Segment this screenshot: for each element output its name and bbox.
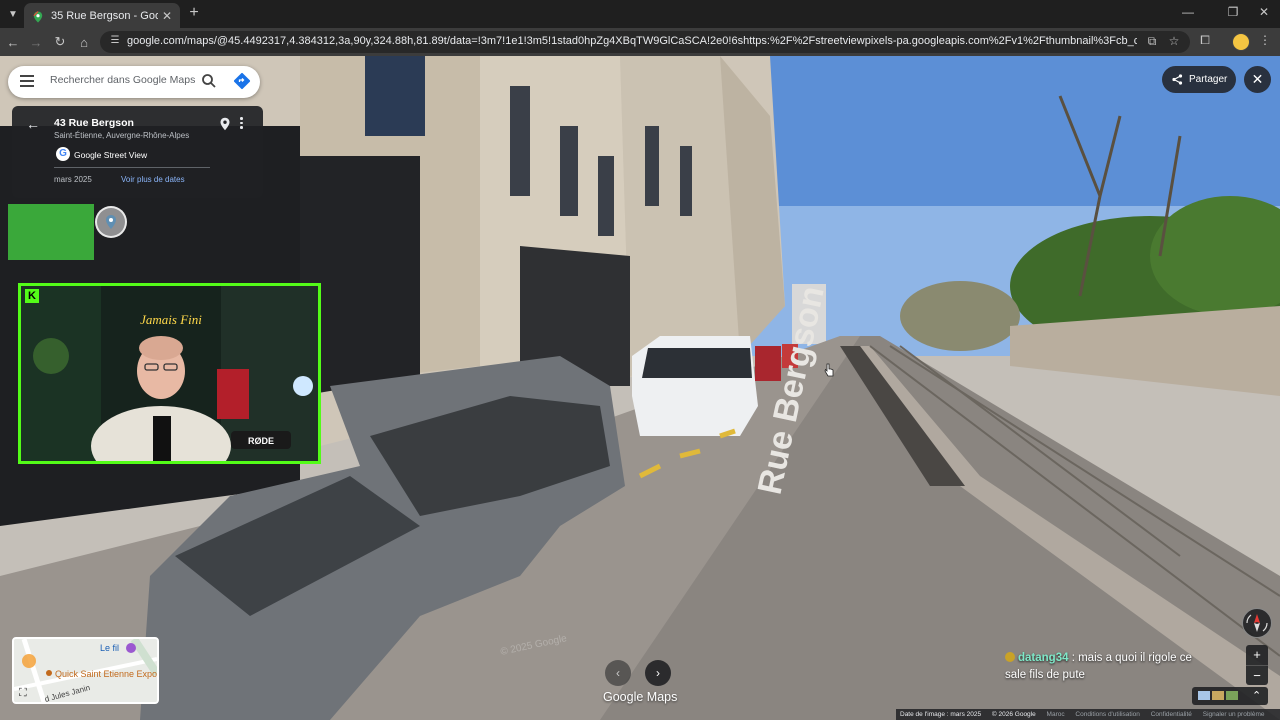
back-icon[interactable]: ← [4, 33, 22, 51]
layer-thumb-street[interactable] [1212, 691, 1224, 700]
google-maps-brand: Google Maps [603, 690, 678, 704]
chat-badge-icon [1005, 652, 1015, 662]
maps-search-box [8, 66, 260, 98]
minimap[interactable]: Le fil Quick Saint Etienne Expo d Jules … [12, 637, 159, 704]
restore-icon[interactable]: ❐ [1221, 5, 1245, 19]
address-title: 43 Rue Bergson [54, 117, 134, 129]
chat-separator: : [1068, 652, 1079, 664]
imagery-layers-control[interactable]: ⌃ [1192, 687, 1268, 705]
reload-icon[interactable]: ↻ [51, 33, 69, 51]
footer-image-date: Date de l'image : mars 2025 [900, 711, 982, 718]
card-divider [54, 167, 210, 168]
chat-username: datang34 [1018, 652, 1069, 664]
site-info-icon[interactable]: ☰ [108, 35, 122, 49]
browser-tab-active[interactable]: 35 Rue Bergson - Google Maps ✕ [24, 3, 180, 28]
tab-search-icon[interactable]: ▼ [4, 5, 22, 23]
profile-avatar[interactable] [1232, 33, 1250, 51]
extensions-icon[interactable]: ⧠ [1196, 33, 1214, 48]
google-maps-favicon-icon [32, 10, 44, 22]
see-more-dates-link[interactable]: Voir plus de dates [121, 175, 185, 184]
close-street-view-icon[interactable]: ✕ [1244, 66, 1271, 93]
zoom-in-button[interactable]: + [1246, 645, 1268, 665]
capture-date: mars 2025 [54, 175, 92, 184]
previous-image-button[interactable]: ‹ [605, 660, 631, 686]
browser-toolbar: ← → ↻ ⌂ ☰ google.com/maps/@45.4492317,4.… [0, 28, 1280, 56]
google-logo-icon: G [56, 147, 70, 161]
screen: ▼ 35 Rue Bergson - Google Maps ✕ + — ❐ ✕… [0, 0, 1280, 720]
minimap-label-le-fil: Le fil [100, 643, 120, 653]
compass-icon[interactable] [1242, 608, 1272, 638]
url-text: google.com/maps/@45.4492317,4.384312,3a,… [127, 35, 1137, 47]
search-icon[interactable] [201, 73, 217, 89]
tab-close-icon[interactable]: ✕ [162, 9, 172, 23]
webcam-feed-image: Jamais Fini RØDE [21, 286, 318, 461]
minimize-icon[interactable]: — [1176, 5, 1200, 19]
browser-menu-icon[interactable]: ⋮ [1256, 33, 1274, 47]
share-icon [1172, 74, 1183, 85]
zoom-controls: + − [1246, 645, 1268, 685]
expand-up-icon[interactable]: ⌃ [1252, 689, 1261, 702]
browser-tabbar: ▼ 35 Rue Bergson - Google Maps ✕ + — ❐ ✕ [0, 0, 1280, 28]
layer-thumb-sky[interactable] [1198, 691, 1210, 700]
location-info-card: ← 43 Rue Bergson Saint-Étienne, Auvergne… [12, 106, 263, 198]
footer-region[interactable]: Maroc [1047, 711, 1065, 718]
install-app-icon[interactable]: ⧉ [1144, 34, 1160, 49]
streamer-webcam-overlay: Jamais Fini RØDE K [18, 283, 321, 464]
street-view-source: Google Street View [74, 150, 148, 160]
share-label: Partager [1189, 74, 1228, 85]
home-icon[interactable]: ⌂ [75, 33, 93, 51]
footer-report-link[interactable]: Signaler un problème [1203, 711, 1265, 718]
map-pin-icon[interactable] [219, 117, 231, 131]
share-button[interactable]: Partager [1162, 66, 1236, 93]
mouse-cursor-hand-icon [824, 363, 834, 377]
kick-logo-icon: K [25, 289, 39, 303]
footer-copyright: © 2026 Google [991, 711, 1036, 718]
tab-title: 35 Rue Bergson - Google Maps [51, 9, 158, 22]
neon-sign-text: Jamais Fini [140, 312, 202, 327]
window-close-icon[interactable]: ✕ [1252, 5, 1276, 19]
bookmark-star-icon[interactable]: ☆ [1166, 34, 1182, 48]
maps-footer: Date de l'image : mars 2025 © 2026 Googl… [896, 709, 1280, 720]
mic-brand-text: RØDE [248, 436, 274, 446]
place-marker-icon[interactable] [95, 206, 127, 238]
minimap-label-poi: Quick Saint Etienne Expo [55, 669, 158, 679]
address-bar[interactable]: ☰ google.com/maps/@45.4492317,4.384312,3… [100, 31, 1190, 53]
zoom-out-button[interactable]: − [1246, 665, 1268, 685]
layer-thumb-park[interactable] [1226, 691, 1238, 700]
stream-chat-message: datang34 : mais a quoi il rigole ce sale… [1005, 650, 1215, 684]
footer-privacy-link[interactable]: Confidentialité [1151, 711, 1192, 718]
search-input[interactable] [50, 74, 195, 86]
hamburger-menu-icon[interactable] [20, 75, 34, 89]
footer-terms-link[interactable]: Conditions d'utilisation [1075, 711, 1139, 718]
directions-icon[interactable] [233, 72, 251, 90]
address-region: Saint-Étienne, Auvergne-Rhône-Alpes [54, 131, 190, 140]
new-tab-icon[interactable]: + [185, 4, 203, 22]
next-image-button[interactable]: › [645, 660, 671, 686]
expand-minimap-icon[interactable]: ⛶ [19, 687, 27, 700]
more-options-icon[interactable] [239, 117, 245, 131]
back-arrow-icon[interactable]: ← [26, 116, 40, 132]
forward-icon[interactable]: → [27, 33, 45, 51]
